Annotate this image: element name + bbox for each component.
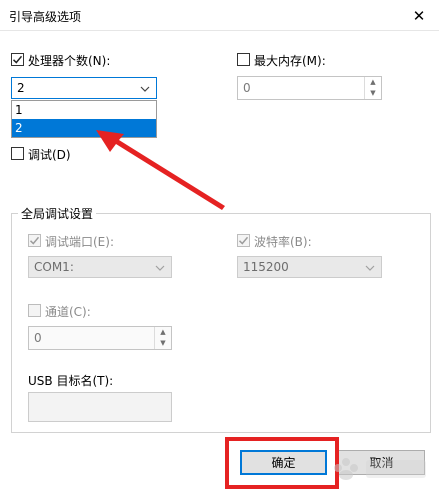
baud-rate-combo[interactable]: 115200 xyxy=(237,256,382,278)
max-memory-checkbox[interactable] xyxy=(237,53,250,66)
watermark-logo-icon xyxy=(334,458,426,480)
channel-checkbox[interactable] xyxy=(28,304,41,317)
max-memory-stepper[interactable]: 0 ▲ ▼ xyxy=(237,76,382,100)
stepper-up-icon[interactable]: ▲ xyxy=(365,77,381,88)
annotation-highlight-box xyxy=(225,437,339,489)
max-memory-label: 最大内存(M): xyxy=(254,54,326,68)
debug-label: 调试(D) xyxy=(28,148,71,162)
processors-combo[interactable]: 2 xyxy=(11,77,157,99)
dropdown-option-1[interactable]: 1 xyxy=(12,101,156,119)
stepper-buttons: ▲ ▼ xyxy=(154,327,171,349)
checkmark-icon xyxy=(29,236,40,245)
baud-rate-label: 波特率(B): xyxy=(254,235,312,249)
debug-port-checkbox[interactable] xyxy=(28,234,41,247)
channel-stepper[interactable]: 0 ▲ ▼ xyxy=(28,326,172,350)
stepper-down-icon[interactable]: ▼ xyxy=(365,88,381,99)
channel-label: 通道(C): xyxy=(45,305,91,319)
debug-checkbox[interactable] xyxy=(11,147,24,160)
max-memory-value: 0 xyxy=(243,81,251,95)
chevron-down-icon xyxy=(365,265,375,271)
processors-checkbox[interactable] xyxy=(11,53,24,66)
window-title: 引导高级选项 xyxy=(9,10,82,24)
annotation-arrow-icon xyxy=(96,130,225,210)
chevron-down-icon xyxy=(155,265,165,271)
usb-target-input[interactable] xyxy=(28,392,172,422)
stepper-up-icon[interactable]: ▲ xyxy=(155,327,171,338)
baud-rate-value: 115200 xyxy=(243,260,289,274)
checkmark-icon xyxy=(12,55,23,64)
title-bar: 引导高级选项 ✕ xyxy=(0,0,439,31)
stepper-down-icon[interactable]: ▼ xyxy=(155,338,171,349)
chevron-down-icon xyxy=(140,86,150,92)
debug-port-combo[interactable]: COM1: xyxy=(28,256,172,278)
debug-port-label: 调试端口(E): xyxy=(45,235,114,249)
processors-combo-value: 2 xyxy=(17,81,25,95)
stepper-buttons: ▲ ▼ xyxy=(364,77,381,99)
debug-port-value: COM1: xyxy=(34,260,74,274)
close-button[interactable]: ✕ xyxy=(399,0,439,31)
close-icon: ✕ xyxy=(412,6,426,25)
checkmark-icon xyxy=(238,236,249,245)
baud-rate-checkbox[interactable] xyxy=(237,234,250,247)
processors-label: 处理器个数(N): xyxy=(28,54,111,68)
usb-target-label: USB 目标名(T): xyxy=(28,374,114,388)
channel-value: 0 xyxy=(34,331,42,345)
